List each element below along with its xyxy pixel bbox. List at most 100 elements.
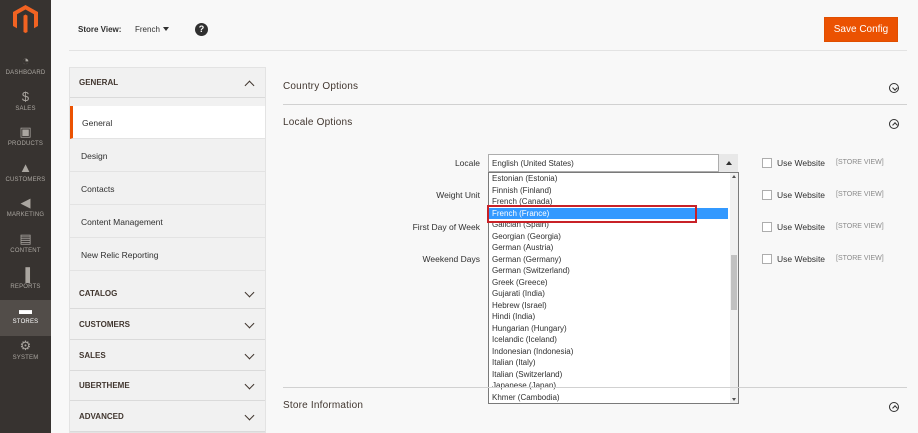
- help-icon[interactable]: ?: [195, 23, 208, 36]
- dropdown-option[interactable]: Estonian (Estonia): [491, 173, 557, 185]
- nav-item-stores[interactable]: ▬ STORES: [0, 300, 51, 336]
- tab-item-label: Contacts: [81, 184, 115, 194]
- use-website-checkbox[interactable]: [762, 222, 772, 232]
- config-tabs: GENERAL General Design Contacts Content …: [69, 67, 266, 433]
- nav-item-content[interactable]: ▤ CONTENT: [0, 229, 51, 265]
- store-icon: ▬: [19, 302, 32, 317]
- scope-label: [STORE VIEW]: [836, 255, 884, 262]
- tab-item-label: General: [82, 118, 113, 128]
- collapse-circle-icon[interactable]: [889, 119, 899, 129]
- use-website-label: Use Website: [777, 190, 826, 200]
- nav-item-label: PRODUCTS: [7, 141, 44, 147]
- scrollbar-thumb[interactable]: [731, 255, 737, 310]
- dropdown-option[interactable]: Georgian (Georgia): [491, 231, 561, 243]
- content-icon: ▤: [19, 231, 32, 246]
- tab-general[interactable]: GENERAL: [70, 68, 265, 98]
- chevron-down-icon: [244, 287, 255, 298]
- section-country-options[interactable]: Country Options: [283, 81, 358, 92]
- dropdown-option[interactable]: Hebrew (Israel): [491, 300, 547, 312]
- dropdown-option[interactable]: Hindi (India): [491, 311, 535, 323]
- use-website-label: Use Website: [777, 254, 826, 264]
- tab-catalog[interactable]: CATALOG: [70, 279, 265, 309]
- tab-item-content-management[interactable]: Content Management: [70, 205, 265, 238]
- locale-select[interactable]: English (United States): [488, 154, 738, 172]
- dropdown-option[interactable]: Indonesian (Indonesia): [491, 346, 573, 358]
- section-store-information[interactable]: Store Information: [283, 400, 363, 411]
- nav-item-label: STORES: [12, 319, 39, 325]
- dropdown-option[interactable]: Greek (Greece): [491, 277, 548, 289]
- tab-sales[interactable]: SALES: [70, 341, 265, 371]
- person-icon: ▲: [19, 160, 32, 175]
- chevron-down-icon: [244, 349, 255, 360]
- chevron-down-icon: [244, 410, 255, 421]
- tab-item-label: Content Management: [81, 217, 163, 227]
- gear-icon: ⚙: [19, 338, 32, 353]
- use-website-checkbox[interactable]: [762, 190, 772, 200]
- save-config-button[interactable]: Save Config: [824, 17, 898, 42]
- dropdown-option[interactable]: Gujarati (India): [491, 288, 545, 300]
- magento-logo-icon[interactable]: [13, 5, 38, 33]
- nav-item-dashboard[interactable]: ◔ DASHBOARD: [0, 51, 51, 87]
- scope-label: [STORE VIEW]: [836, 159, 884, 166]
- nav-item-label: REPORTS: [10, 284, 41, 290]
- tab-advanced[interactable]: ADVANCED: [70, 402, 265, 432]
- dropdown-option[interactable]: Japanese (Japan): [491, 380, 556, 392]
- dropdown-option[interactable]: German (Germany): [491, 254, 561, 266]
- megaphone-icon: ◀: [20, 195, 31, 210]
- dropdown-option[interactable]: Finnish (Finland): [491, 185, 552, 197]
- nav-item-customers[interactable]: ▲ CUSTOMERS: [0, 158, 51, 194]
- tab-item-general[interactable]: General: [70, 106, 265, 139]
- dropdown-option[interactable]: Italian (Italy): [491, 357, 536, 369]
- chevron-up-icon: [244, 80, 255, 91]
- scope-label: [STORE VIEW]: [836, 223, 884, 230]
- locale-select-value: English (United States): [492, 159, 574, 168]
- tab-item-design[interactable]: Design: [70, 139, 265, 172]
- dropdown-option[interactable]: Hungarian (Hungary): [491, 323, 567, 335]
- dropdown-scrollbar[interactable]: [730, 173, 738, 403]
- admin-menu: ◔ DASHBOARD $ SALES ▣ PRODUCTS ▲ CUSTOMERS ◀ MARK…: [0, 0, 51, 433]
- nav-item-sales[interactable]: $ SALES: [0, 87, 51, 123]
- use-website-checkbox[interactable]: [762, 158, 772, 168]
- nav-item-reports[interactable]: ▐ REPORTS: [0, 265, 51, 301]
- first-day-of-week-label: First Day of Week: [412, 222, 480, 232]
- nav-item-label: SYSTEM: [12, 355, 39, 361]
- nav-item-label: CONTENT: [10, 248, 41, 254]
- expand-circle-icon[interactable]: [889, 83, 899, 93]
- tab-item-new-relic-reporting[interactable]: New Relic Reporting: [70, 238, 265, 271]
- nav-item-label: MARKETING: [6, 212, 45, 218]
- scroll-up-icon[interactable]: [732, 175, 736, 178]
- tab-customers[interactable]: CUSTOMERS: [70, 310, 265, 340]
- dollar-icon: $: [21, 89, 30, 104]
- caret-down-icon[interactable]: [163, 27, 169, 31]
- tab-item-label: Design: [81, 151, 108, 161]
- cube-icon: ▣: [19, 124, 32, 139]
- collapse-circle-icon[interactable]: [889, 402, 899, 412]
- nav-item-system[interactable]: ⚙ SYSTEM: [0, 336, 51, 372]
- dropdown-option[interactable]: German (Switzerland): [491, 265, 570, 277]
- scroll-down-icon[interactable]: [732, 398, 736, 401]
- dropdown-option[interactable]: Icelandic (Iceland): [491, 334, 557, 346]
- chevron-down-icon: [244, 379, 255, 390]
- tab-ubertheme[interactable]: UBERTHEME: [70, 371, 265, 401]
- nav-item-label: DASHBOARD: [5, 70, 46, 76]
- dropdown-arrow-icon[interactable]: [718, 154, 738, 172]
- store-view-switcher[interactable]: French: [135, 25, 160, 34]
- weight-unit-label: Weight Unit: [436, 190, 480, 200]
- divider: [283, 104, 907, 105]
- dropdown-option[interactable]: German (Austria): [491, 242, 553, 254]
- dropdown-option[interactable]: Italian (Switzerland): [491, 369, 562, 381]
- tab-customers-title: CUSTOMERS: [79, 320, 130, 329]
- scope-label: [STORE VIEW]: [836, 191, 884, 198]
- nav-item-products[interactable]: ▣ PRODUCTS: [0, 122, 51, 158]
- nav-item-marketing[interactable]: ◀ MARKETING: [0, 193, 51, 229]
- use-website-checkbox[interactable]: [762, 254, 772, 264]
- section-locale-options[interactable]: Locale Options: [283, 117, 353, 128]
- dashboard-icon: ◔: [21, 53, 30, 68]
- weekend-days-label: Weekend Days: [422, 254, 480, 264]
- page-actions-bar: Store View: French ?: [69, 8, 907, 51]
- tab-item-contacts[interactable]: Contacts: [70, 172, 265, 205]
- nav-item-label: SALES: [15, 106, 36, 112]
- store-view-label: Store View:: [78, 25, 122, 34]
- dropdown-option[interactable]: Khmer (Cambodia): [491, 392, 560, 404]
- tab-ubertheme-title: UBERTHEME: [79, 381, 130, 390]
